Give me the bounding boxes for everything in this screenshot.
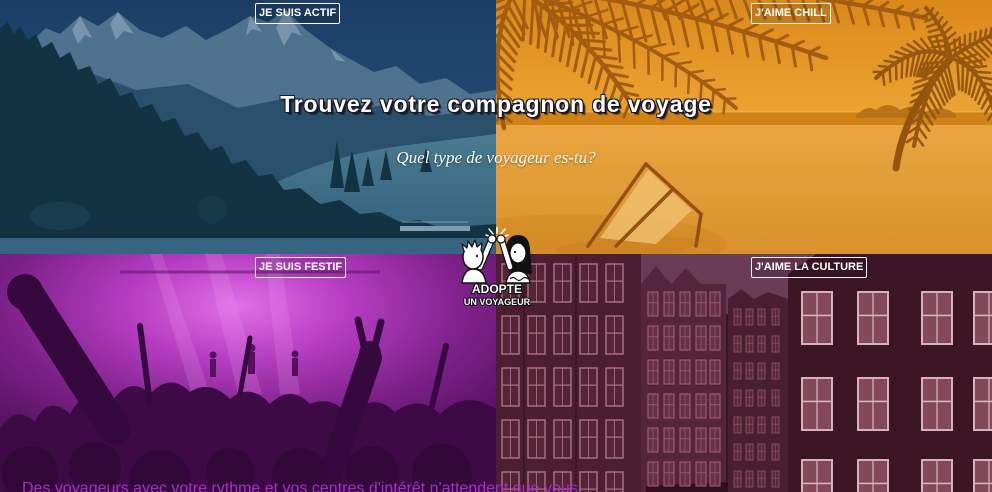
city-buildings-image: [496, 254, 992, 492]
building-window: [733, 416, 742, 434]
building-window: [801, 377, 833, 431]
building-window: [771, 335, 780, 353]
building-window: [679, 427, 691, 453]
building-window: [553, 263, 572, 303]
building-window: [745, 308, 754, 326]
building-window: [801, 291, 833, 345]
intro-paragraph: Des voyageurs avec votre rythme et vos c…: [22, 480, 578, 492]
building-window: [757, 308, 766, 326]
building-window: [771, 389, 780, 407]
building-window: [771, 362, 780, 380]
building-window: [695, 291, 707, 317]
tile-festive-traveler[interactable]: JE SUIS FESTIF: [0, 254, 496, 492]
building-window: [501, 315, 520, 355]
building-window: [695, 393, 707, 419]
footer-clip: Des voyageurs avec votre rythme et vos c…: [0, 478, 992, 492]
building-window: [973, 377, 992, 431]
building-window: [733, 389, 742, 407]
building-window: [663, 393, 675, 419]
building-window: [579, 419, 598, 459]
building-window: [733, 362, 742, 380]
right-facade: [788, 254, 992, 492]
building-window: [757, 443, 766, 461]
building-window: [709, 427, 721, 453]
building-window: [647, 393, 659, 419]
beach-image: [496, 0, 992, 254]
building-window: [921, 291, 953, 345]
building-window: [757, 362, 766, 380]
culture-traveler-button[interactable]: J'AIME LA CULTURE: [751, 257, 868, 278]
traveler-type-selector: JE SUIS ACTIF J'AIME CHILL JE SUIS FESTI…: [0, 0, 992, 492]
building-window: [733, 335, 742, 353]
building-window: [733, 443, 742, 461]
building-window: [553, 367, 572, 407]
building-window: [695, 325, 707, 351]
building-window: [757, 335, 766, 353]
building-window: [921, 377, 953, 431]
building-window: [857, 291, 889, 345]
active-traveler-button[interactable]: JE SUIS ACTIF: [255, 3, 341, 24]
building-window: [771, 416, 780, 434]
building-window: [527, 315, 546, 355]
building-window: [709, 393, 721, 419]
building-window: [605, 367, 624, 407]
concert-crowd-image: [0, 254, 496, 492]
building-window: [527, 419, 546, 459]
festive-traveler-button[interactable]: JE SUIS FESTIF: [255, 257, 347, 278]
building-window: [745, 443, 754, 461]
building-window: [647, 325, 659, 351]
building-window: [501, 367, 520, 407]
page-title: Trouvez votre compagnon de voyage: [280, 91, 712, 117]
building-window: [745, 416, 754, 434]
building-window: [605, 419, 624, 459]
building-window: [553, 315, 572, 355]
tile-active-traveler[interactable]: JE SUIS ACTIF: [0, 0, 496, 254]
building-window: [579, 263, 598, 303]
building-window: [857, 377, 889, 431]
building-window: [771, 308, 780, 326]
building-window: [709, 291, 721, 317]
building-window: [745, 362, 754, 380]
high-five-logo-icon: ADOPTE UN VOYAGEUR: [461, 226, 532, 308]
mountain-landscape-image: [0, 0, 496, 254]
building-window: [695, 427, 707, 453]
building-window: [679, 393, 691, 419]
building-window: [745, 335, 754, 353]
building-window: [553, 419, 572, 459]
logo-line1: ADOPTE: [472, 282, 522, 296]
building-window: [679, 291, 691, 317]
building-window: [501, 419, 520, 459]
building-window: [605, 315, 624, 355]
building-window: [679, 325, 691, 351]
building-window: [757, 416, 766, 434]
tile-culture-traveler[interactable]: J'AIME LA CULTURE: [496, 254, 992, 492]
building-window: [771, 443, 780, 461]
building-window: [679, 359, 691, 385]
peace-sign-hand: [359, 341, 381, 367]
building-window: [663, 291, 675, 317]
building-window: [973, 291, 992, 345]
building-window: [647, 291, 659, 317]
adopte-un-voyageur-logo[interactable]: ADOPTE UN VOYAGEUR: [456, 226, 538, 309]
tile-chill-traveler[interactable]: J'AIME CHILL: [496, 0, 992, 254]
building-window: [663, 325, 675, 351]
chill-traveler-button[interactable]: J'AIME CHILL: [751, 3, 831, 24]
building-window: [745, 389, 754, 407]
building-window: [579, 367, 598, 407]
building-window: [647, 427, 659, 453]
building-window: [527, 367, 546, 407]
building-window: [647, 359, 659, 385]
building-window: [663, 359, 675, 385]
building-window: [605, 263, 624, 303]
logo-line2: UN VOYAGEUR: [464, 297, 531, 307]
building-window: [695, 359, 707, 385]
page-subtitle: Quel type de voyageur es-tu?: [396, 148, 596, 167]
building-window: [733, 308, 742, 326]
building-window: [579, 315, 598, 355]
building-window: [709, 359, 721, 385]
building-window: [663, 427, 675, 453]
building-window: [757, 389, 766, 407]
building-window: [709, 325, 721, 351]
